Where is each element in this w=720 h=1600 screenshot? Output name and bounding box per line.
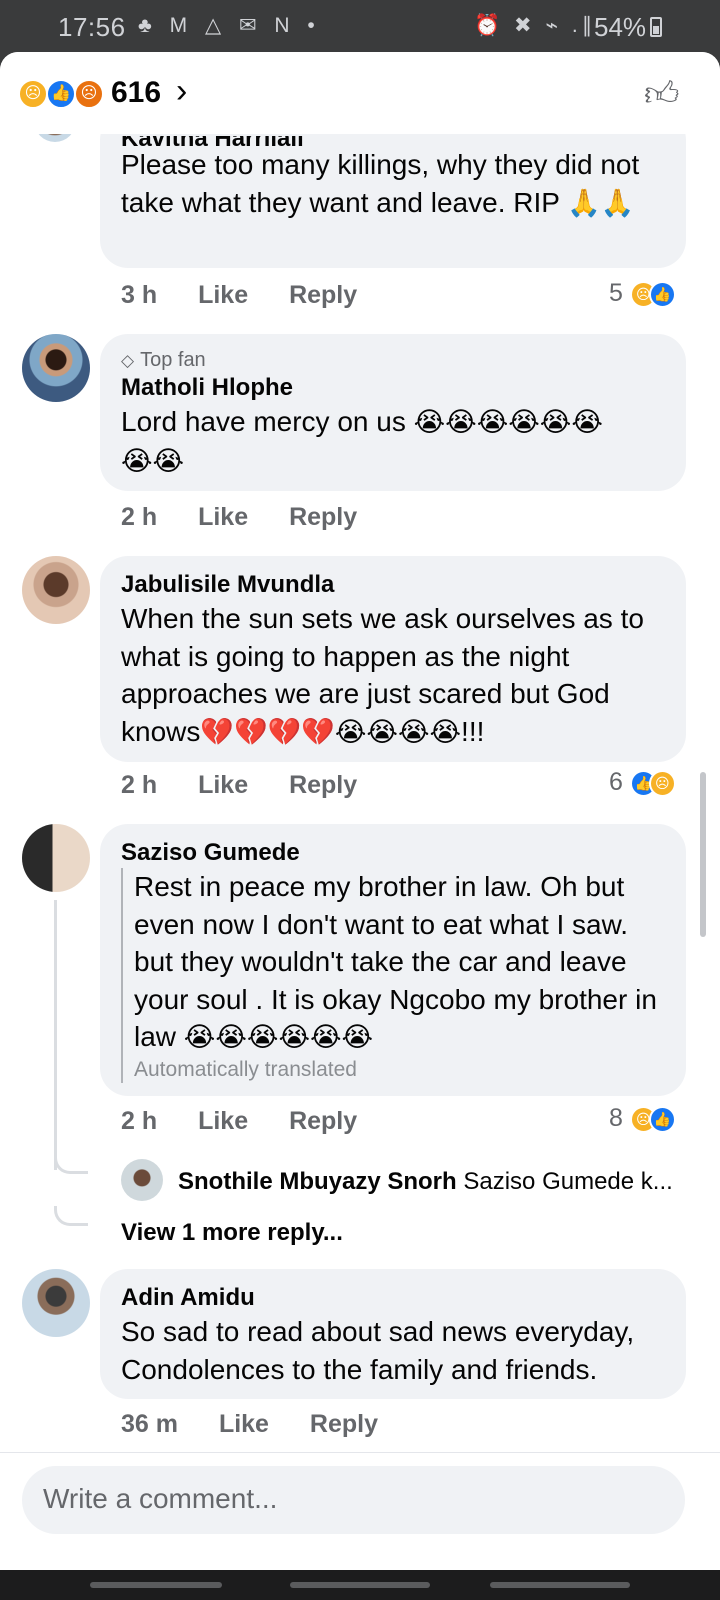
system-icons: ⏰ ✖ ⌁ .∥ [474,14,597,37]
like-button[interactable]: Like [198,1107,248,1136]
comment-bubble: Kavitha Harrilall Please too many killin… [100,112,686,268]
comment-actions: 2 h Like Reply [121,503,391,532]
system-nav-bar [0,1570,720,1600]
reply-button[interactable]: Reply [289,771,357,800]
comment-input[interactable]: Write a comment... [22,1466,685,1534]
comment-text: Lord have mercy on us 😭😭😭😭😭😭 😭😭 [121,406,603,476]
reply-button[interactable]: Reply [289,281,357,310]
notification-icons: ♣ M △ ✉ N • [138,14,321,37]
view-more-replies[interactable]: View 1 more reply... [121,1219,343,1247]
like-reaction-icon: 👍 [648,280,676,308]
reply-preview[interactable]: Snothile Mbuyazy Snorh Saziso Gumede k..… [178,1168,688,1196]
reply-button[interactable]: Reply [289,503,357,532]
comment-author[interactable]: Kavitha Harrilall [121,136,666,146]
comment-bubble: Jabulisile Mvundla When the sun sets we … [100,556,686,762]
reply-button[interactable]: Reply [310,1410,378,1439]
battery-icon [650,17,662,37]
translation-note[interactable]: Automatically translated [134,1057,666,1083]
thread-branch [54,1154,88,1174]
reaction-count[interactable]: 616 [111,76,161,110]
like-button[interactable]: Like [198,281,248,310]
comment-bubble: ◇ Top fan Matholi Hlophe Lord have mercy … [100,334,686,491]
like-post-icon[interactable]: 👍︎ [644,74,680,115]
comment-author[interactable]: Saziso Gumede [121,838,666,868]
nav-home[interactable] [290,1582,430,1588]
top-fan-badge: ◇ Top fan [121,349,206,371]
comment-emoji: 💔💔💔💔😭😭😭😭 [200,716,462,747]
comment-text: When the sun sets we ask ourselves as to… [121,603,644,747]
comment-author[interactable]: Adin Amidu [121,1283,666,1313]
scrollbar-thumb[interactable] [700,772,706,937]
comment-text: Please too many killings, why they did n… [121,149,640,218]
diamond-icon: ◇ [121,351,135,370]
comment-bubble: Adin Amidu So sad to read about sad news… [100,1269,686,1399]
comment-emoji: 😭😭 [121,445,185,476]
reply-button[interactable]: Reply [289,1107,357,1136]
like-reaction-icon: 👍 [648,1105,676,1133]
angry-reaction-icon: ☹ [74,79,104,109]
thread-line [54,900,57,1170]
nav-recents[interactable] [90,1582,222,1588]
like-button[interactable]: Like [219,1410,269,1439]
thread-branch [54,1206,88,1226]
comment-reactions[interactable]: 5 ☹ 👍 [609,279,676,308]
comment-emoji: 🙏🙏 [567,187,635,218]
comment-bubble: Saziso Gumede Rest in peace my brother i… [100,824,686,1096]
nav-back[interactable] [490,1582,630,1588]
comment-actions: 36 m Like Reply [121,1410,412,1439]
reply-text: Saziso Gumede k... [463,1168,673,1195]
comment-emoji: 😭😭😭😭😭😭 [413,407,603,437]
sad-reaction-icon: ☹ [648,769,676,797]
chevron-right-icon[interactable]: › [176,72,187,111]
comment-time: 3 h [121,281,158,309]
avatar[interactable] [22,1269,90,1337]
comment-emoji: 😭😭😭😭😭😭 [183,1022,374,1052]
reply-author[interactable]: Snothile Mbuyazy Snorh [178,1168,457,1195]
avatar[interactable] [121,1159,163,1201]
comments-sheet: ☹ 👍 ☹ 616 › 👍︎ Kavitha Harrilall Please … [0,52,720,1570]
like-button[interactable]: Like [198,771,248,800]
comment-actions: 2 h Like Reply [121,1107,391,1136]
comment-time: 36 m [121,1410,178,1438]
status-time: 17:56 [58,12,126,42]
comment-reactions[interactable]: 8 ☹ 👍 [609,1104,676,1133]
like-button[interactable]: Like [198,503,248,532]
comment-time: 2 h [121,771,158,799]
translated-block: Rest in peace my brother in law. Oh but … [121,868,666,1083]
comment-text: So sad to read about sad news everyday, … [121,1316,635,1385]
comment-composer: Write a comment... [0,1452,720,1570]
comment-time: 2 h [121,503,158,531]
reactions-header: ☹ 👍 ☹ 616 › 👍︎ [0,52,720,134]
comment-actions: 3 h Like Reply [121,281,391,310]
avatar[interactable] [22,556,90,624]
comment-text: Rest in peace my brother in law. Oh but … [134,871,657,1052]
avatar[interactable] [22,824,90,892]
comment-actions: 2 h Like Reply [121,771,391,800]
comment-reactions[interactable]: 6 👍 ☹ [609,768,676,797]
like-reaction-icon: 👍 [46,79,76,109]
comment-time: 2 h [121,1107,158,1135]
reaction-summary[interactable]: ☹ 👍 ☹ [18,79,106,109]
status-bar: 17:56 ♣ M △ ✉ N • ⏰ ✖ ⌁ .∥ 54% [0,0,720,52]
comment-author[interactable]: Jabulisile Mvundla [121,570,666,600]
battery-percent: 54% [594,12,647,42]
avatar[interactable] [22,334,90,402]
comment-author[interactable]: Matholi Hlophe [121,373,666,403]
sad-reaction-icon: ☹ [18,79,48,109]
